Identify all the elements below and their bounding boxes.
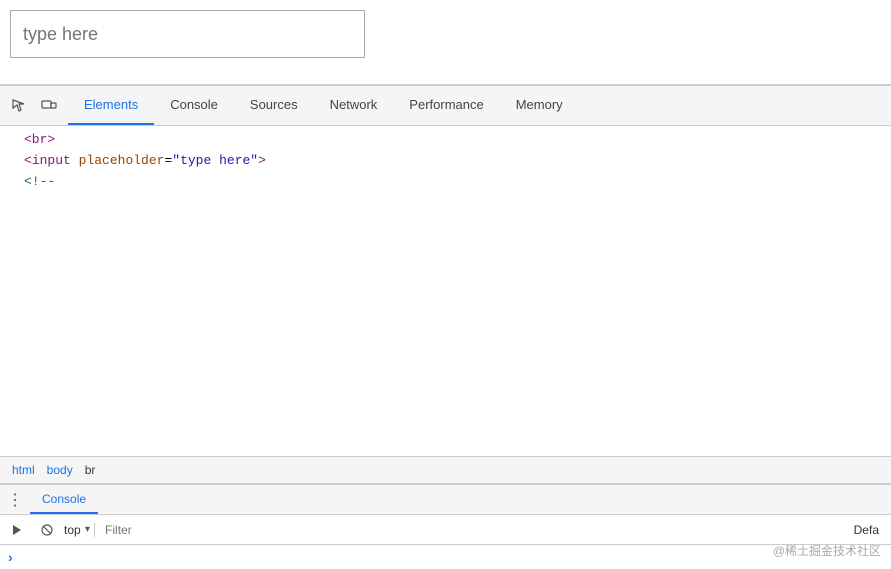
console-prompt-icon: › (8, 549, 13, 565)
html-line-comment: <!-- (8, 172, 883, 193)
console-execute-icon[interactable] (4, 517, 30, 543)
drawer-more-button[interactable]: ⋮ (0, 485, 30, 515)
breadcrumb-br[interactable]: br (81, 461, 100, 479)
console-drawer-tab-bar: ⋮ Console (0, 485, 891, 515)
console-filter-input[interactable] (101, 521, 842, 539)
tab-performance[interactable]: Performance (393, 86, 499, 125)
tab-network[interactable]: Network (314, 86, 394, 125)
tab-memory[interactable]: Memory (500, 86, 579, 125)
devtools-panel: Elements Console Sources Network Perform… (0, 85, 891, 569)
elements-panel: <br> <input placeholder="type here"> <!-… (0, 126, 891, 484)
html-line-input: <input placeholder="type here"> (8, 151, 883, 172)
console-context-dropdown[interactable]: top (64, 523, 97, 537)
tab-console[interactable]: Console (154, 86, 234, 125)
console-clear-icon[interactable] (34, 517, 60, 543)
inspect-element-icon[interactable] (4, 91, 34, 121)
elements-content: <br> <input placeholder="type here"> <!-… (0, 126, 891, 456)
device-toolbar-icon[interactable] (34, 91, 64, 121)
breadcrumb: html body br (0, 456, 891, 484)
demo-input[interactable] (10, 10, 365, 58)
tab-sources[interactable]: Sources (234, 86, 314, 125)
console-toolbar: top ▾ Defa (0, 515, 891, 545)
devtools-tabs: Elements Console Sources Network Perform… (68, 86, 579, 125)
console-default-levels[interactable]: Defa (846, 523, 887, 537)
console-context-select-wrapper: top ▾ (64, 523, 95, 537)
watermark: @稀土掘金技术社区 (773, 542, 881, 559)
console-input-area: › (0, 545, 891, 569)
drawer-tab-console[interactable]: Console (30, 485, 98, 514)
tab-elements[interactable]: Elements (68, 86, 154, 125)
breadcrumb-html[interactable]: html (8, 461, 39, 479)
console-context-select[interactable]: top ▾ (64, 523, 90, 537)
breadcrumb-body[interactable]: body (43, 461, 77, 479)
html-line-br: <br> (8, 130, 883, 151)
devtools-toolbar: Elements Console Sources Network Perform… (0, 86, 891, 126)
console-drawer: ⋮ Console (0, 484, 891, 569)
webpage-preview-area (0, 0, 891, 85)
